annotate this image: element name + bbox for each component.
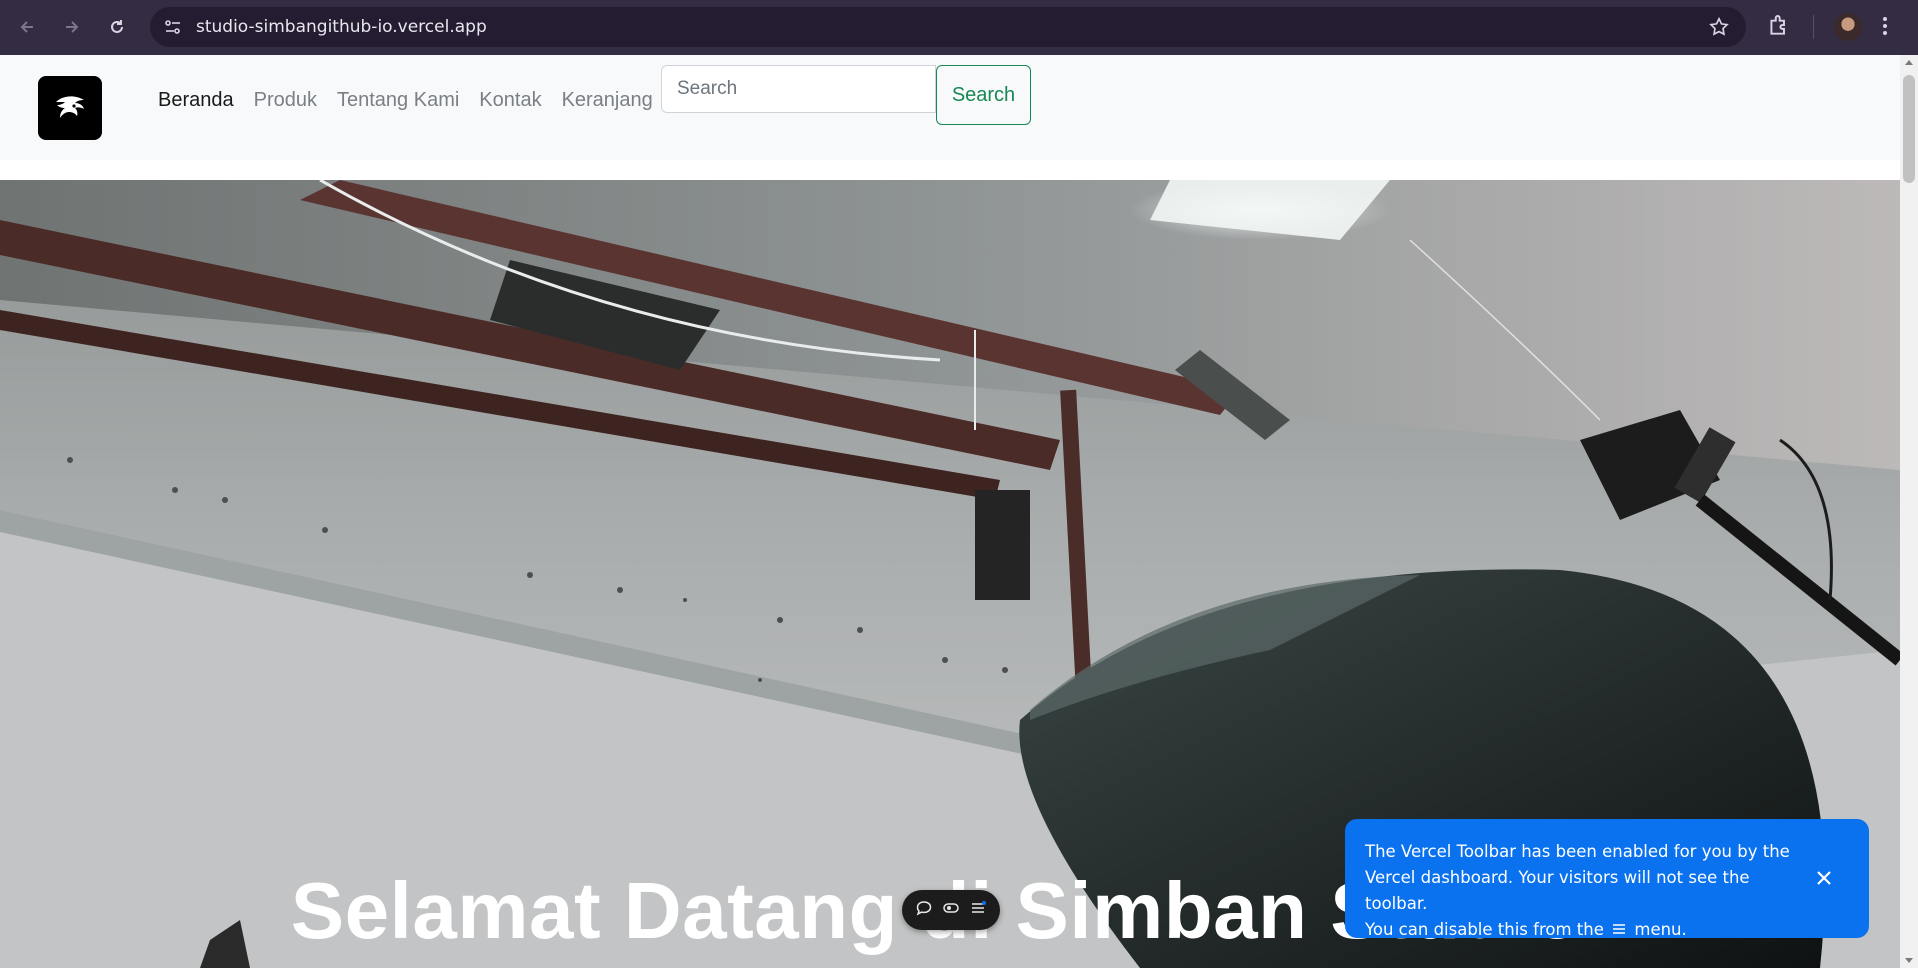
scroll-up-icon[interactable] — [1905, 60, 1913, 65]
toolbar-divider — [1813, 15, 1814, 39]
close-icon[interactable] — [1813, 867, 1835, 889]
search-button[interactable]: Search — [936, 65, 1031, 125]
reload-icon[interactable] — [102, 12, 132, 42]
site-info-icon[interactable] — [164, 18, 182, 41]
search-input[interactable] — [661, 65, 936, 113]
toast-line-3-prefix: You can disable this from the — [1365, 920, 1604, 939]
browser-toolbar: studio-simbangithub-io.vercel.app — [0, 0, 1918, 55]
nav-produk[interactable]: Produk — [244, 79, 327, 121]
toast-line-3-suffix: menu. — [1634, 920, 1687, 939]
nav-tentang-kami[interactable]: Tentang Kami — [327, 79, 469, 121]
back-icon[interactable] — [12, 12, 42, 42]
vercel-toolbar-pill[interactable] — [902, 890, 1000, 930]
vercel-toolbar-notice: The Vercel Toolbar has been enabled for … — [1345, 819, 1869, 939]
menu-icon[interactable] — [969, 899, 987, 922]
nav-beranda[interactable]: Beranda — [148, 79, 244, 121]
address-bar[interactable]: studio-simbangithub-io.vercel.app — [150, 7, 1746, 47]
more-menu-icon[interactable] — [1880, 12, 1890, 45]
hamburger-icon — [1613, 924, 1626, 934]
toast-line-3: You can disable this from the menu. — [1365, 917, 1791, 943]
bookmark-star-icon[interactable] — [1708, 16, 1730, 43]
scroll-down-icon[interactable] — [1905, 958, 1913, 963]
lion-logo-icon — [56, 96, 84, 118]
comment-icon[interactable] — [915, 899, 933, 922]
nav-keranjang[interactable]: Keranjang — [552, 79, 663, 121]
extensions-icon[interactable] — [1766, 12, 1792, 43]
profile-avatar[interactable] — [1834, 13, 1862, 41]
scroll-thumb[interactable] — [1903, 75, 1915, 183]
toast-line-2: Vercel dashboard. Your visitors will not… — [1365, 868, 1750, 913]
toast-line-1: The Vercel Toolbar has been enabled for … — [1365, 842, 1790, 861]
nav-kontak[interactable]: Kontak — [469, 79, 551, 121]
forward-icon[interactable] — [57, 12, 87, 42]
url-text[interactable]: studio-simbangithub-io.vercel.app — [196, 17, 487, 37]
page-scrollbar[interactable] — [1900, 55, 1918, 968]
toggle-icon[interactable] — [942, 899, 960, 922]
site-navbar: Beranda Produk Tentang Kami Kontak Keran… — [0, 55, 1900, 160]
nav-links: Beranda Produk Tentang Kami Kontak Keran… — [148, 79, 663, 121]
page-viewport: Beranda Produk Tentang Kami Kontak Keran… — [0, 55, 1900, 968]
studio-logo[interactable] — [38, 76, 102, 140]
